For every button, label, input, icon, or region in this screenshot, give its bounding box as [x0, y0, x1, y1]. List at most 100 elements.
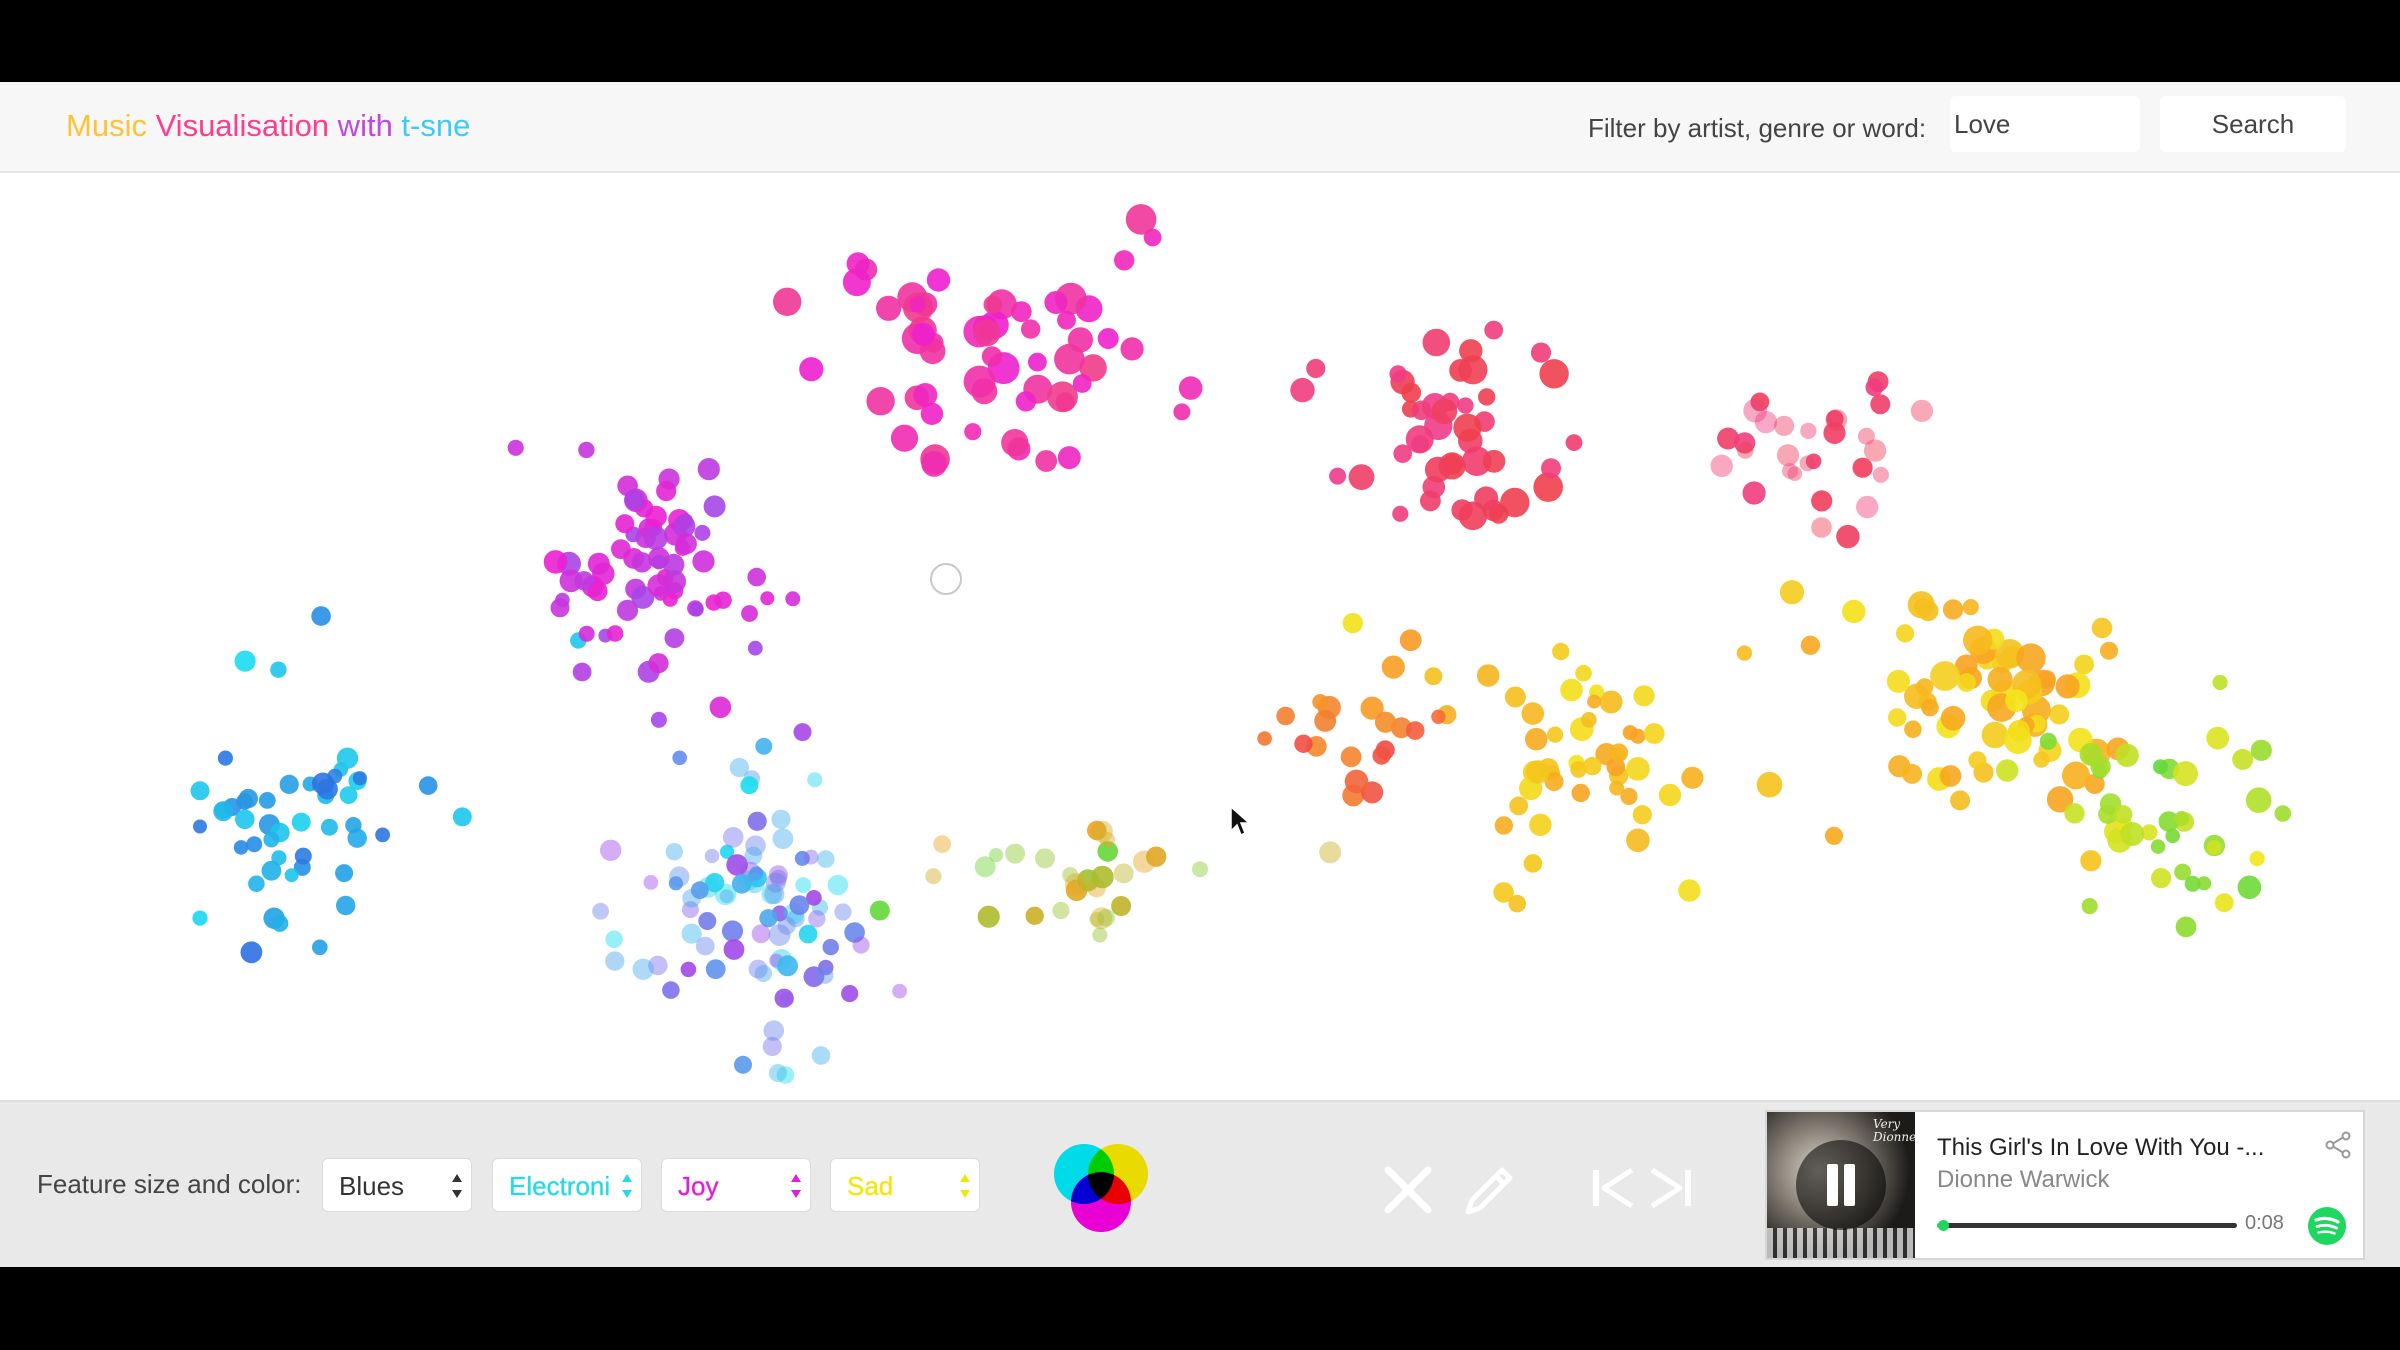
song-dot[interactable]: [2207, 840, 2222, 855]
song-dot[interactable]: [1865, 378, 1884, 397]
song-dot[interactable]: [1453, 413, 1482, 442]
song-dot[interactable]: [284, 868, 299, 883]
song-dot[interactable]: [2033, 751, 2050, 768]
song-dot[interactable]: [1824, 826, 1844, 845]
song-dot[interactable]: [1178, 376, 1203, 400]
song-dot[interactable]: [1431, 398, 1458, 425]
song-dot[interactable]: [1035, 848, 1055, 869]
song-dot[interactable]: [2074, 654, 2095, 675]
song-dot[interactable]: [704, 848, 720, 864]
color-wheel-icon[interactable]: [1052, 1140, 1152, 1236]
song-dot[interactable]: [193, 819, 207, 834]
song-dot[interactable]: [1276, 706, 1295, 726]
song-dot[interactable]: [892, 983, 907, 999]
song-dot[interactable]: [1963, 625, 1993, 655]
feature-select-blues[interactable]: Blues: [322, 1158, 472, 1212]
song-dot[interactable]: [2184, 875, 2201, 892]
progress-handle[interactable]: [1938, 1220, 1949, 1231]
song-dot[interactable]: [352, 771, 367, 786]
song-dot[interactable]: [1609, 780, 1625, 796]
song-dot[interactable]: [921, 451, 948, 477]
song-dot[interactable]: [2016, 643, 2046, 673]
song-dot[interactable]: [592, 902, 609, 920]
song-dot[interactable]: [974, 856, 996, 878]
song-dot[interactable]: [213, 801, 234, 822]
song-dot[interactable]: [811, 1046, 831, 1065]
song-dot[interactable]: [336, 895, 356, 916]
song-dot[interactable]: [723, 939, 745, 960]
song-dot[interactable]: [1852, 457, 1873, 478]
song-dot[interactable]: [1526, 760, 1550, 784]
song-dot[interactable]: [1774, 415, 1795, 436]
song-dot[interactable]: [2055, 674, 2080, 699]
song-dot[interactable]: [1523, 854, 1543, 873]
song-dot[interactable]: [1962, 599, 1979, 616]
song-dot[interactable]: [1314, 709, 1337, 732]
song-dot[interactable]: [1389, 365, 1407, 383]
song-dot[interactable]: [1836, 524, 1860, 549]
song-dot[interactable]: [246, 836, 263, 853]
song-dot[interactable]: [248, 875, 265, 892]
song-dot[interactable]: [1968, 751, 1987, 770]
song-dot[interactable]: [507, 439, 524, 456]
song-dot[interactable]: [1782, 462, 1798, 479]
song-dot[interactable]: [1508, 894, 1526, 913]
song-dot[interactable]: [807, 772, 823, 788]
tsne-scatter-plot[interactable]: [0, 175, 2400, 1095]
song-dot[interactable]: [2153, 759, 2168, 775]
song-dot[interactable]: [1870, 394, 1891, 415]
song-dot[interactable]: [768, 924, 791, 946]
song-dot[interactable]: [754, 964, 773, 983]
song-dot[interactable]: [645, 505, 667, 528]
song-dot[interactable]: [1091, 865, 1114, 889]
song-dot[interactable]: [1842, 599, 1866, 624]
song-dot[interactable]: [1957, 673, 1976, 692]
song-dot[interactable]: [606, 625, 624, 642]
song-dot[interactable]: [694, 524, 711, 541]
song-dot[interactable]: [834, 903, 852, 921]
song-dot[interactable]: [2212, 674, 2228, 691]
song-dot[interactable]: [1940, 705, 1966, 731]
song-dot[interactable]: [1681, 766, 1704, 789]
song-dot[interactable]: [1306, 358, 1326, 379]
song-dot[interactable]: [866, 387, 895, 416]
song-dot[interactable]: [1872, 466, 1889, 483]
song-dot[interactable]: [578, 441, 595, 459]
song-dot[interactable]: [270, 661, 287, 678]
song-dot[interactable]: [2005, 689, 2028, 713]
song-dot[interactable]: [1910, 399, 1933, 422]
song-dot[interactable]: [1111, 896, 1132, 916]
song-dot[interactable]: [2062, 761, 2090, 790]
song-dot[interactable]: [1633, 685, 1655, 707]
song-dot[interactable]: [648, 653, 669, 674]
song-dot[interactable]: [631, 552, 653, 573]
song-dot[interactable]: [714, 591, 732, 609]
song-dot[interactable]: [1114, 250, 1135, 271]
song-dot[interactable]: [2081, 898, 2098, 915]
song-dot[interactable]: [963, 365, 996, 398]
song-dot[interactable]: [650, 711, 667, 728]
song-dot[interactable]: [799, 357, 824, 382]
song-dot[interactable]: [543, 550, 568, 574]
song-dot[interactable]: [768, 1064, 787, 1082]
song-dot[interactable]: [2174, 811, 2190, 827]
song-dot[interactable]: [1015, 391, 1037, 412]
song-dot[interactable]: [1329, 467, 1347, 485]
song-dot[interactable]: [1424, 667, 1443, 686]
song-dot[interactable]: [698, 912, 717, 930]
song-dot[interactable]: [1420, 490, 1441, 512]
song-dot[interactable]: [1401, 382, 1422, 403]
song-dot[interactable]: [669, 866, 690, 887]
song-dot[interactable]: [616, 599, 639, 621]
song-dot[interactable]: [1622, 725, 1638, 741]
song-dot[interactable]: [644, 526, 668, 550]
song-dot[interactable]: [876, 295, 902, 321]
song-dot[interactable]: [890, 424, 919, 452]
song-dot[interactable]: [1856, 495, 1879, 519]
song-dot[interactable]: [764, 884, 785, 905]
song-dot[interactable]: [1458, 501, 1488, 531]
song-dot[interactable]: [1405, 425, 1434, 454]
song-dot[interactable]: [235, 809, 255, 830]
song-dot[interactable]: [763, 1020, 785, 1041]
song-dot[interactable]: [2245, 787, 2272, 813]
